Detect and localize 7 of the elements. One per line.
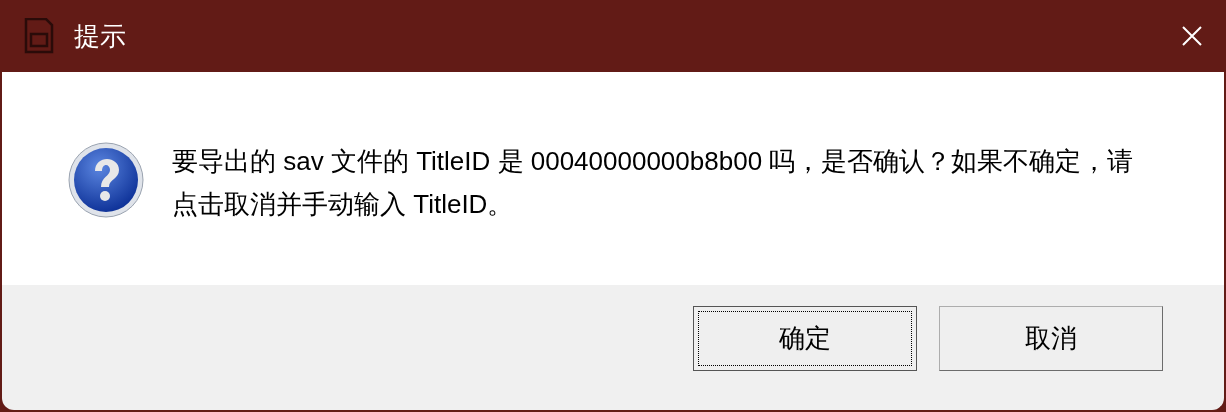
app-icon — [24, 18, 54, 54]
ok-button[interactable]: 确定 — [693, 306, 917, 371]
close-icon[interactable] — [1182, 26, 1202, 46]
question-icon — [66, 140, 146, 220]
window-title: 提示 — [74, 19, 126, 53]
cancel-button[interactable]: 取消 — [939, 306, 1163, 371]
message-text: 要导出的 sav 文件的 TitleID 是 00040000000b8b00 吗，是否确认？如果不确定，请点击取消并手动输入 TitleID。 — [172, 145, 1135, 221]
